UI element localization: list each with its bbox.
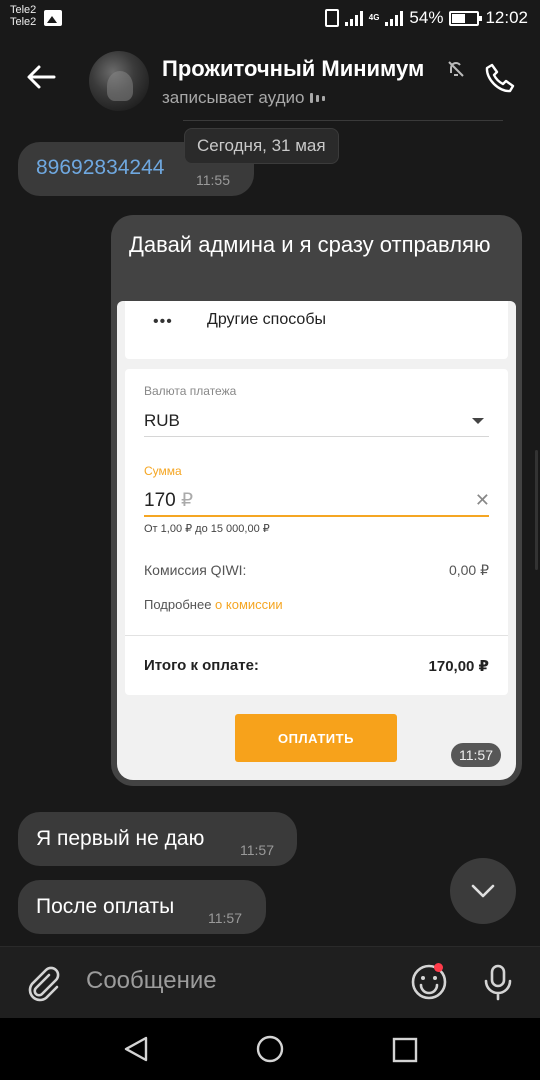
microphone-icon[interactable] <box>480 963 516 1001</box>
total-label: Итого к оплате: <box>144 657 259 674</box>
notification-dot <box>434 963 443 972</box>
nav-recents-icon[interactable] <box>392 1037 418 1063</box>
message-text: Я первый не даю <box>36 827 205 850</box>
amount-underline <box>144 515 489 517</box>
paperclip-icon[interactable] <box>22 963 62 1003</box>
fee-details-link: о комиссии <box>215 597 283 612</box>
avatar[interactable] <box>89 51 149 111</box>
clear-icon: ✕ <box>474 490 490 510</box>
amount-value: 170 ₽ <box>144 489 193 512</box>
dropdown-arrow-icon <box>472 418 484 424</box>
signal-2-icon <box>385 10 404 26</box>
fee-details: Подробнее о комиссии <box>144 597 283 612</box>
amount-label: Сумма <box>144 464 182 478</box>
attached-screenshot[interactable]: ••• Другие способы Валюта платежа RUB Су… <box>117 301 516 780</box>
divider <box>125 635 508 636</box>
carrier-1: Tele2 <box>10 4 37 16</box>
amount-hint: От 1,00 ₽ до 15 000,00 ₽ <box>144 523 270 535</box>
system-nav-bar <box>0 1018 540 1080</box>
scrollbar[interactable] <box>535 450 538 570</box>
other-ways-card: ••• Другие способы <box>125 301 508 359</box>
currency-label: Валюта платежа <box>144 384 237 398</box>
message-composer: Сообщение <box>0 946 540 1018</box>
message-bubble[interactable]: После оплаты 11:57 <box>18 880 266 934</box>
fee-value: 0,00 ₽ <box>448 562 489 578</box>
fee-details-prefix: Подробнее <box>144 597 212 612</box>
message-text: Давай админа и я сразу отправляю <box>129 232 491 257</box>
nav-back-icon[interactable] <box>122 1035 150 1063</box>
total-value: 170,00 ₽ <box>428 658 489 675</box>
carrier-names: Tele2 Tele2 <box>10 4 36 28</box>
gallery-notification-icon <box>44 10 62 26</box>
message-input[interactable]: Сообщение <box>86 967 217 995</box>
status-bar: Tele2 Tele2 4G 54% 12:02 <box>0 0 540 36</box>
message-time: 11:55 <box>196 172 230 188</box>
amount-currency: ₽ <box>180 490 194 511</box>
muted-bell-icon <box>448 61 464 77</box>
date-separator: Сегодня, 31 мая <box>184 128 339 164</box>
vibrate-icon <box>324 9 339 27</box>
message-bubble-with-image[interactable]: Давай админа и я сразу отправляю ••• Дру… <box>111 215 522 786</box>
chat-header: Прожиточный Минимум записывает аудио <box>0 36 540 122</box>
divider <box>144 436 489 437</box>
message-time: 11:57 <box>451 743 501 767</box>
chevron-down-icon <box>471 884 495 898</box>
pay-button-image: ОПЛАТИТЬ <box>235 714 397 762</box>
other-ways-label: Другие способы <box>207 311 326 328</box>
fee-label: Комиссия QIWI: <box>144 562 247 578</box>
phone-number-link[interactable]: 89692834244 <box>36 156 164 180</box>
more-dots-icon: ••• <box>153 313 173 330</box>
battery-icon <box>449 10 483 26</box>
payment-form-card: Валюта платежа RUB Сумма 170 ₽ ✕ От 1,00… <box>125 369 508 695</box>
currency-value: RUB <box>144 411 180 430</box>
message-text: После оплаты <box>36 895 175 918</box>
scroll-down-button[interactable] <box>450 858 516 924</box>
message-time: 11:57 <box>240 842 274 858</box>
clock: 12:02 <box>485 8 528 27</box>
signal-1-icon <box>344 10 363 26</box>
divider <box>183 120 503 121</box>
status-text: записывает аудио <box>162 88 305 107</box>
nav-home-icon[interactable] <box>256 1035 284 1063</box>
battery-percent: 54% <box>409 8 444 27</box>
network-type: 4G <box>368 13 380 22</box>
carrier-2: Tele2 <box>10 16 37 28</box>
message-bubble[interactable]: Я первый не даю 11:57 <box>18 812 297 866</box>
arrow-left-icon[interactable] <box>24 60 58 94</box>
recording-indicator-icon <box>310 93 326 103</box>
phone-icon[interactable] <box>482 60 518 96</box>
amount-number: 170 <box>144 490 176 511</box>
message-time: 11:57 <box>208 910 242 926</box>
status-indicators: 4G 54% 12:02 <box>324 6 528 30</box>
chat-status: записывает аудио <box>162 88 326 108</box>
chat-title[interactable]: Прожиточный Минимум <box>162 56 424 82</box>
